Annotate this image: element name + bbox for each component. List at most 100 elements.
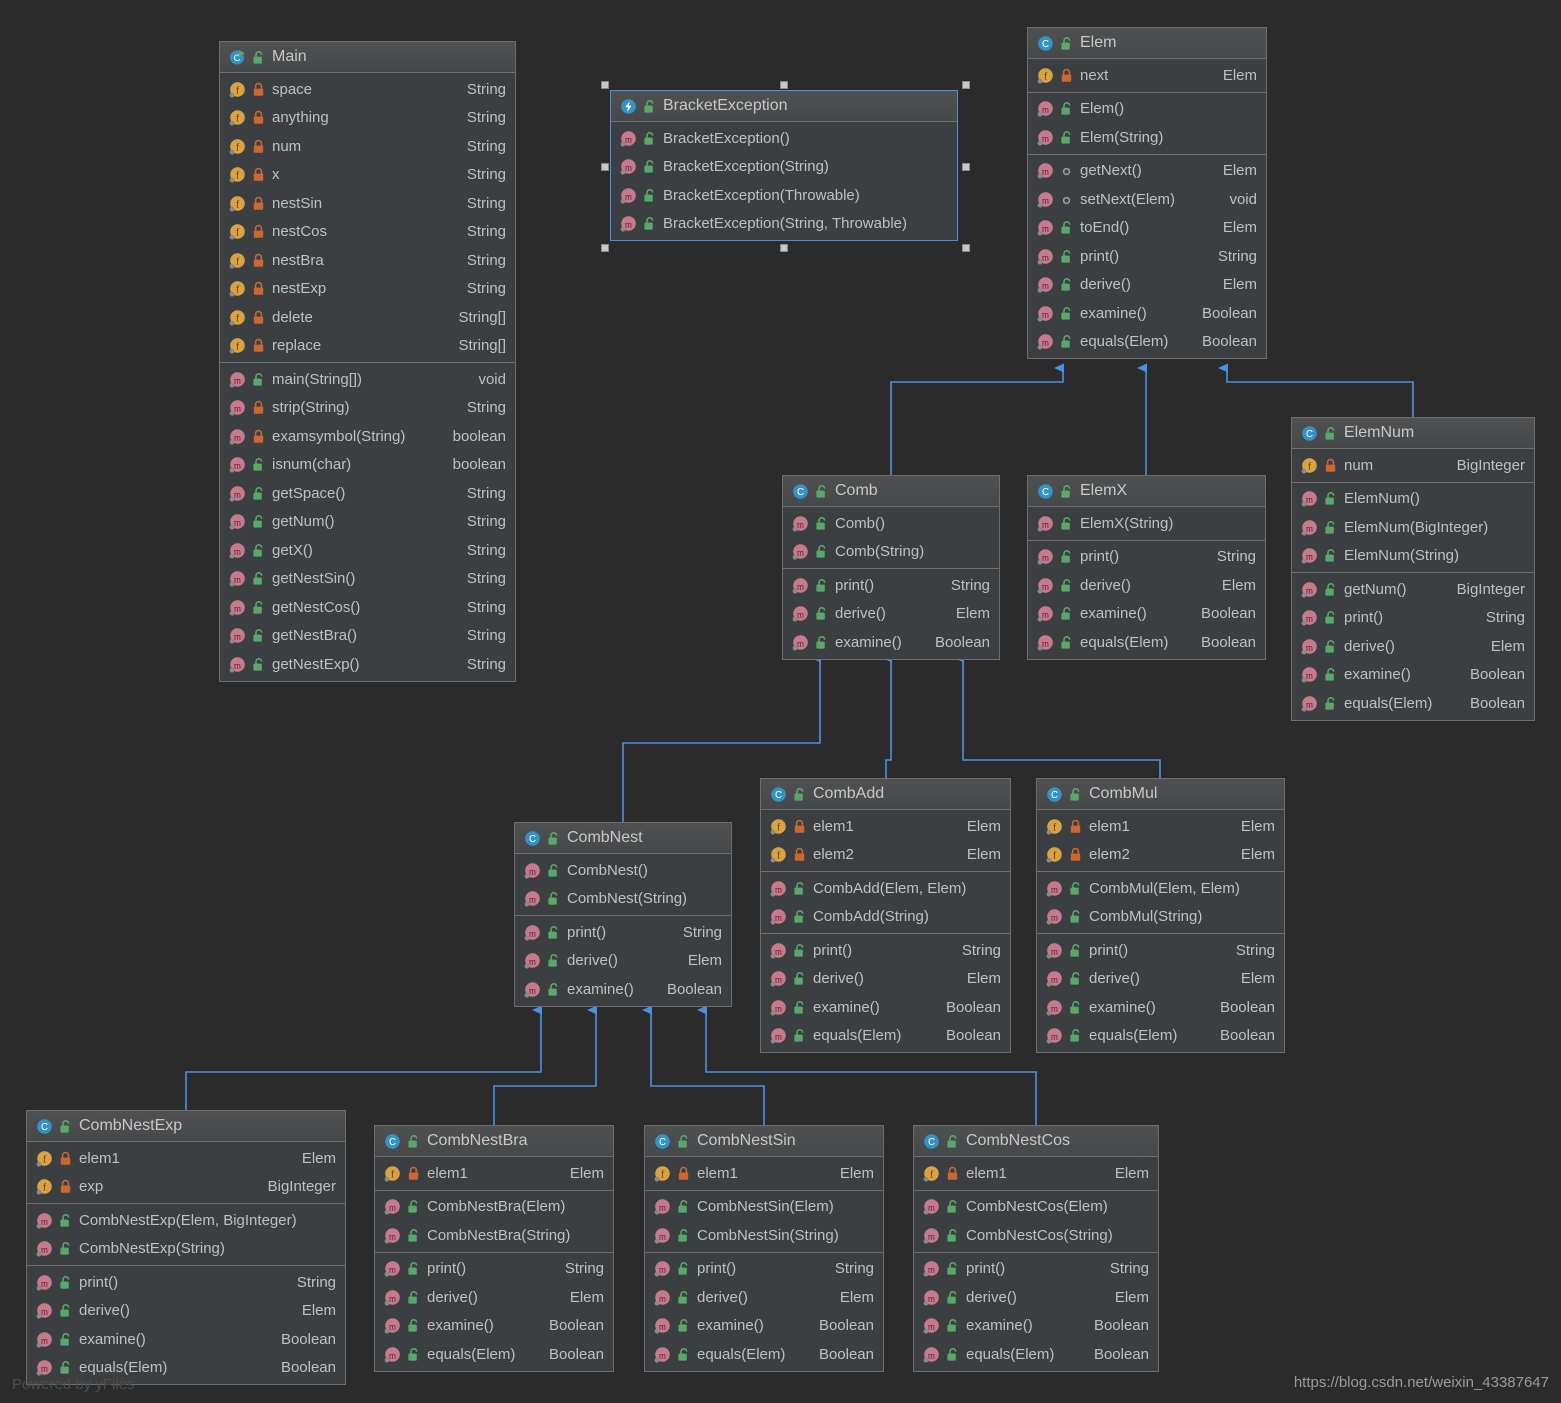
- uml-method-row[interactable]: m BracketException(Throwable): [611, 181, 957, 210]
- uml-field-row[interactable]: f num String: [220, 132, 515, 161]
- uml-class-combnestsin[interactable]: C CombNestSin f elem1 Elem m CombNestSin(Elem)…: [644, 1125, 884, 1372]
- uml-class-combadd[interactable]: C CombAdd f elem1 Elem f elem2 Elem m CombAdd(Ele…: [760, 778, 1011, 1053]
- selection-handle[interactable]: [962, 244, 970, 252]
- uml-method-row[interactable]: m print() String: [761, 936, 1010, 965]
- uml-class-header-bracketexception[interactable]: BracketException: [611, 91, 957, 122]
- uml-field-row[interactable]: f num BigInteger: [1292, 451, 1534, 480]
- uml-class-combnestcos[interactable]: C CombNestCos f elem1 Elem m CombNestCos(Elem)…: [913, 1125, 1159, 1372]
- uml-method-row[interactable]: m ElemNum(): [1292, 485, 1534, 514]
- uml-method-row[interactable]: m equals(Elem) Boolean: [375, 1340, 613, 1369]
- uml-class-combnestexp[interactable]: C CombNestExp f elem1 Elem f exp BigInteger m Com…: [26, 1110, 346, 1385]
- uml-method-row[interactable]: m Comb(String): [783, 538, 999, 567]
- uml-class-combnestbra[interactable]: C CombNestBra f elem1 Elem m CombNestBra(Elem)…: [374, 1125, 614, 1372]
- uml-method-row[interactable]: m getNext() Elem: [1028, 157, 1266, 186]
- uml-class-header-combnestbra[interactable]: C CombNestBra: [375, 1126, 613, 1157]
- selection-handle[interactable]: [962, 81, 970, 89]
- uml-class-header-comb[interactable]: C Comb: [783, 476, 999, 507]
- uml-method-row[interactable]: m print() String: [645, 1255, 883, 1284]
- uml-method-row[interactable]: m print() String: [914, 1255, 1158, 1284]
- uml-method-row[interactable]: m equals(Elem) Boolean: [761, 1022, 1010, 1051]
- uml-field-row[interactable]: f elem1 Elem: [27, 1144, 345, 1173]
- uml-method-row[interactable]: m Comb(): [783, 509, 999, 538]
- uml-field-row[interactable]: f next Elem: [1028, 61, 1266, 90]
- selection-handle[interactable]: [601, 81, 609, 89]
- uml-field-row[interactable]: f replace String[]: [220, 332, 515, 361]
- selection-handle[interactable]: [601, 163, 609, 171]
- uml-method-row[interactable]: m getX() String: [220, 536, 515, 565]
- selection-handle[interactable]: [962, 163, 970, 171]
- uml-field-row[interactable]: f x String: [220, 161, 515, 190]
- uml-method-row[interactable]: m examine() Boolean: [761, 993, 1010, 1022]
- uml-field-row[interactable]: f nestSin String: [220, 189, 515, 218]
- uml-method-row[interactable]: m equals(Elem) Boolean: [1028, 628, 1265, 657]
- uml-method-row[interactable]: m Elem(String): [1028, 123, 1266, 152]
- uml-method-row[interactable]: m CombNestExp(Elem, BigInteger): [27, 1206, 345, 1235]
- uml-class-header-main[interactable]: C Main: [220, 42, 515, 73]
- uml-class-elemx[interactable]: C ElemX m ElemX(String) m print() String m deriv…: [1027, 475, 1266, 660]
- uml-method-row[interactable]: m examine() Boolean: [914, 1312, 1158, 1341]
- uml-method-row[interactable]: m CombNestCos(Elem): [914, 1193, 1158, 1222]
- uml-method-row[interactable]: m equals(Elem) Boolean: [1028, 328, 1266, 357]
- uml-method-row[interactable]: m ElemX(String): [1028, 509, 1265, 538]
- uml-method-row[interactable]: m derive() Elem: [761, 965, 1010, 994]
- uml-method-row[interactable]: m equals(Elem) Boolean: [1037, 1022, 1284, 1051]
- uml-method-row[interactable]: m examine() Boolean: [27, 1325, 345, 1354]
- uml-class-bracketexception[interactable]: BracketException m BracketException() m Brac…: [610, 90, 958, 241]
- uml-method-row[interactable]: m equals(Elem) Boolean: [1292, 689, 1534, 718]
- uml-class-combnest[interactable]: C CombNest m CombNest() m CombNest(String) m pr…: [514, 822, 732, 1007]
- uml-class-comb[interactable]: C Comb m Comb() m Comb(String) m print() String m…: [782, 475, 1000, 660]
- uml-method-row[interactable]: m BracketException(String): [611, 153, 957, 182]
- uml-field-row[interactable]: f space String: [220, 75, 515, 104]
- uml-method-row[interactable]: m derive() Elem: [1028, 271, 1266, 300]
- uml-method-row[interactable]: m Elem(): [1028, 95, 1266, 124]
- uml-method-row[interactable]: m examine() Boolean: [1037, 993, 1284, 1022]
- selection-handle[interactable]: [780, 244, 788, 252]
- uml-method-row[interactable]: m CombMul(String): [1037, 903, 1284, 932]
- uml-method-row[interactable]: m CombNestBra(Elem): [375, 1193, 613, 1222]
- uml-method-row[interactable]: m equals(Elem) Boolean: [645, 1340, 883, 1369]
- uml-method-row[interactable]: m CombMul(Elem, Elem): [1037, 874, 1284, 903]
- uml-method-row[interactable]: m getSpace() String: [220, 479, 515, 508]
- uml-class-header-combnestexp[interactable]: C CombNestExp: [27, 1111, 345, 1142]
- uml-method-row[interactable]: m CombAdd(String): [761, 903, 1010, 932]
- uml-method-row[interactable]: m derive() Elem: [27, 1297, 345, 1326]
- uml-method-row[interactable]: m CombNest(String): [515, 885, 731, 914]
- uml-method-row[interactable]: m examine() Boolean: [1028, 299, 1266, 328]
- uml-class-main[interactable]: C Main f space String f anything String f num Stri…: [219, 41, 516, 682]
- uml-class-elemnum[interactable]: C ElemNum f num BigInteger m ElemNum() m ElemNum…: [1291, 417, 1535, 721]
- uml-class-header-combnestcos[interactable]: C CombNestCos: [914, 1126, 1158, 1157]
- uml-method-row[interactable]: m equals(Elem) Boolean: [914, 1340, 1158, 1369]
- uml-method-row[interactable]: m examine() Boolean: [1028, 600, 1265, 629]
- uml-method-row[interactable]: m print() String: [375, 1255, 613, 1284]
- uml-field-row[interactable]: f elem1 Elem: [645, 1159, 883, 1188]
- uml-diagram-canvas[interactable]: C Main f space String f anything String f num Stri…: [0, 0, 1561, 1403]
- uml-method-row[interactable]: m derive() Elem: [1292, 632, 1534, 661]
- uml-method-row[interactable]: m print() String: [1028, 242, 1266, 271]
- uml-method-row[interactable]: m derive() Elem: [645, 1283, 883, 1312]
- uml-class-header-elem[interactable]: C Elem: [1028, 28, 1266, 59]
- uml-method-row[interactable]: m toEnd() Elem: [1028, 214, 1266, 243]
- uml-method-row[interactable]: m setNext(Elem) void: [1028, 185, 1266, 214]
- uml-method-row[interactable]: m print() String: [783, 571, 999, 600]
- uml-method-row[interactable]: m getNestCos() String: [220, 593, 515, 622]
- uml-class-header-elemx[interactable]: C ElemX: [1028, 476, 1265, 507]
- uml-method-row[interactable]: m examine() Boolean: [515, 975, 731, 1004]
- uml-class-combmul[interactable]: C CombMul f elem1 Elem f elem2 Elem m CombMul(Ele…: [1036, 778, 1285, 1053]
- uml-method-row[interactable]: m CombAdd(Elem, Elem): [761, 874, 1010, 903]
- uml-class-header-combmul[interactable]: C CombMul: [1037, 779, 1284, 810]
- uml-method-row[interactable]: m examine() Boolean: [375, 1312, 613, 1341]
- uml-method-row[interactable]: m examine() Boolean: [645, 1312, 883, 1341]
- uml-class-header-combnest[interactable]: C CombNest: [515, 823, 731, 854]
- uml-method-row[interactable]: m getNestExp() String: [220, 650, 515, 679]
- uml-field-row[interactable]: f anything String: [220, 104, 515, 133]
- uml-method-row[interactable]: m CombNestCos(String): [914, 1221, 1158, 1250]
- uml-class-header-combnestsin[interactable]: C CombNestSin: [645, 1126, 883, 1157]
- uml-method-row[interactable]: m CombNestBra(String): [375, 1221, 613, 1250]
- uml-class-header-elemnum[interactable]: C ElemNum: [1292, 418, 1534, 449]
- uml-method-row[interactable]: m derive() Elem: [914, 1283, 1158, 1312]
- uml-method-row[interactable]: m CombNest(): [515, 856, 731, 885]
- uml-method-row[interactable]: m CombNestExp(String): [27, 1235, 345, 1264]
- uml-field-row[interactable]: f exp BigInteger: [27, 1173, 345, 1202]
- uml-method-row[interactable]: m print() String: [1028, 543, 1265, 572]
- uml-method-row[interactable]: m getNestSin() String: [220, 565, 515, 594]
